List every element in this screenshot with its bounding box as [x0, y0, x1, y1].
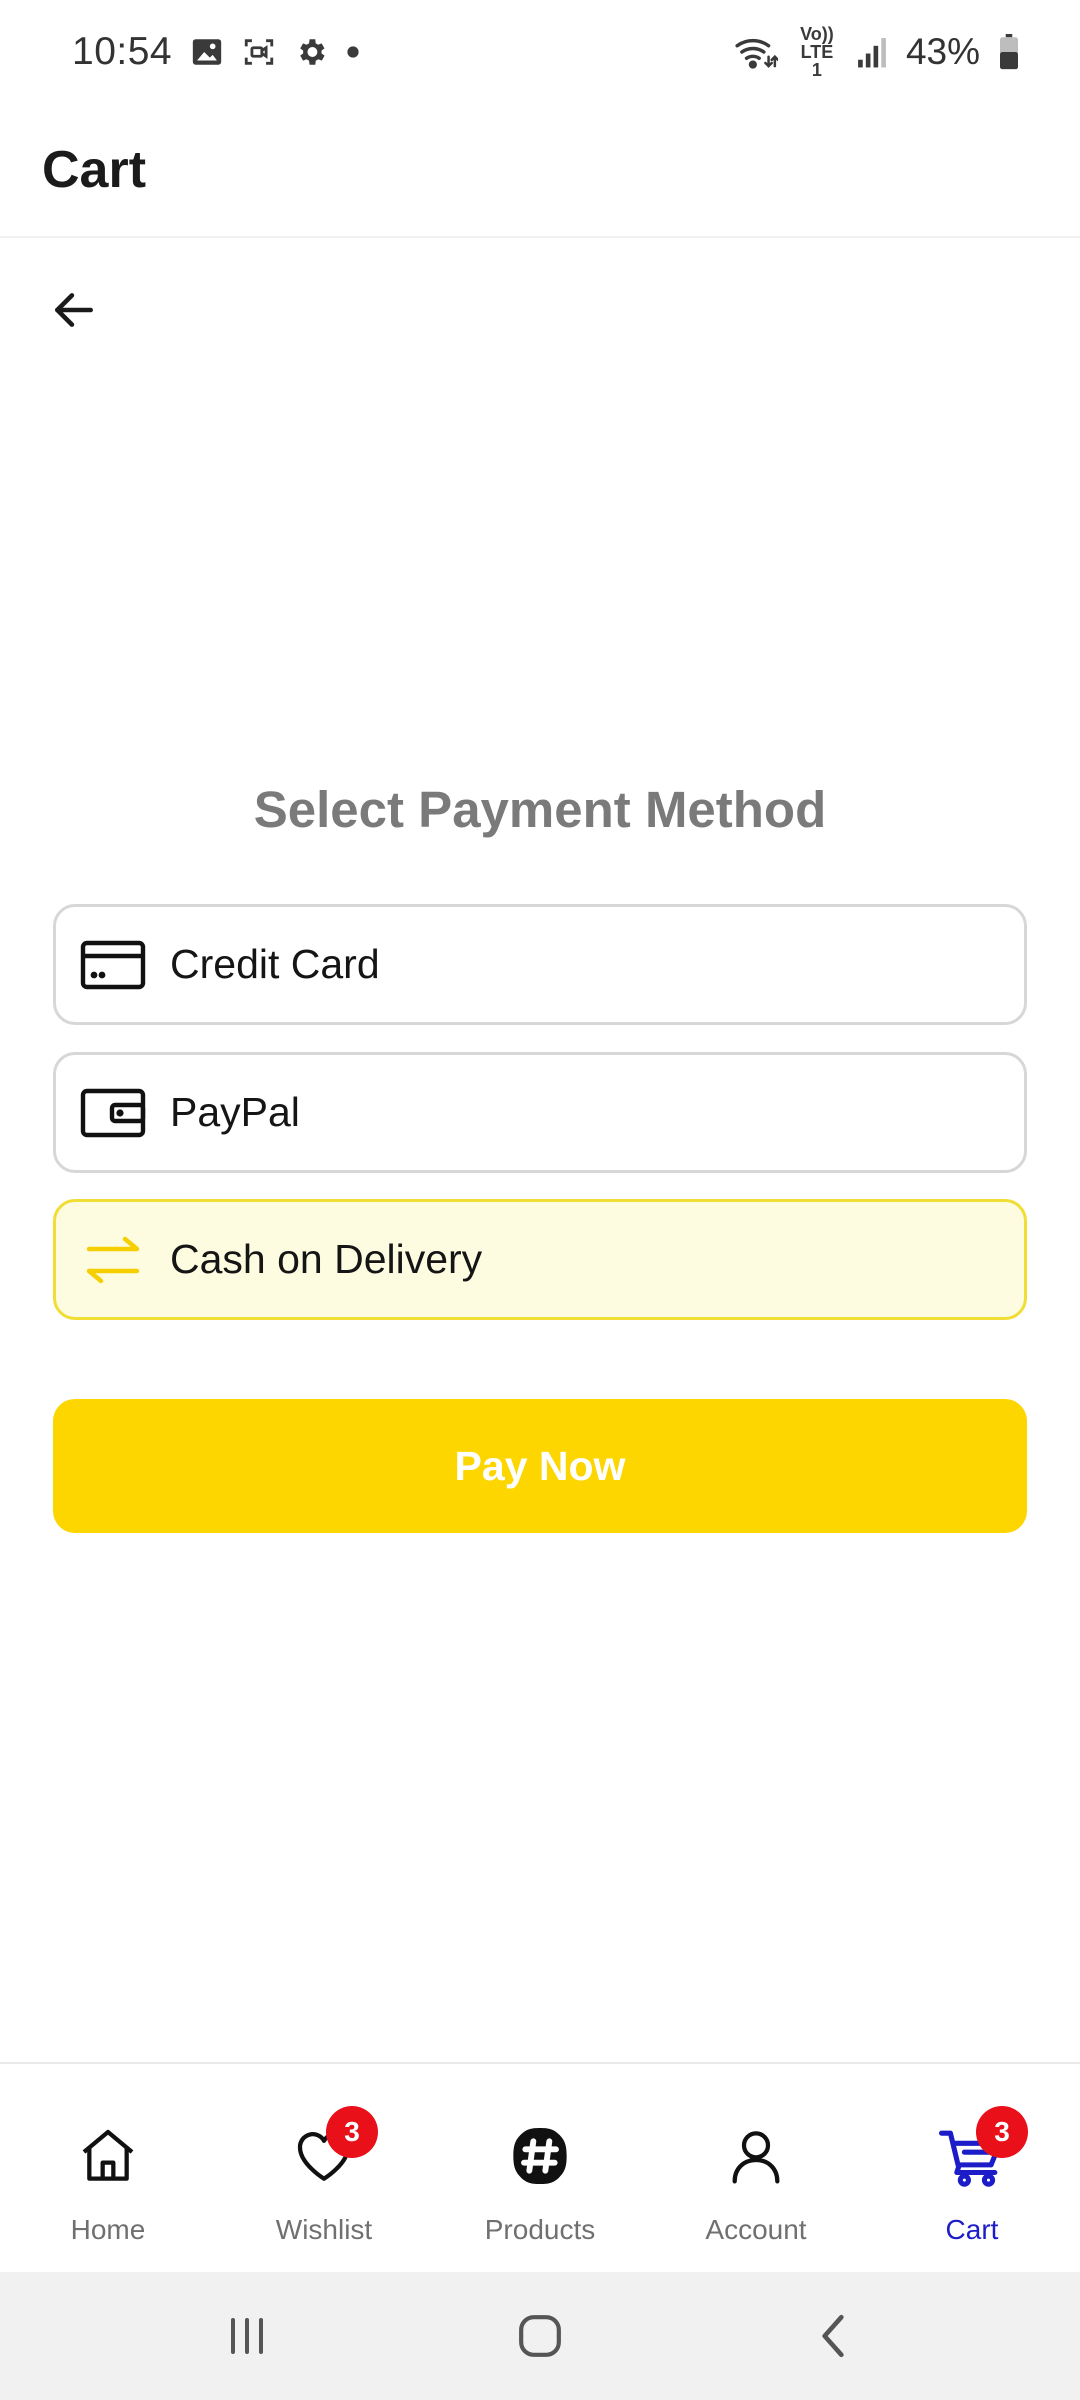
battery-percentage: 43% — [905, 31, 980, 72]
nav-label: Wishlist — [275, 2214, 373, 2245]
page-title: Cart — [42, 141, 147, 199]
cart-count-badge: 3 — [976, 2106, 1028, 2158]
home-system-button[interactable] — [495, 2291, 585, 2381]
battery-icon — [998, 34, 1020, 70]
status-bar: 10:54 Vo)) LTE1 43% — [0, 0, 1080, 104]
nav-item-cart[interactable]: 3 Cart — [864, 2064, 1080, 2272]
credit-card-icon — [80, 939, 146, 991]
app-header: Cart — [0, 104, 1080, 238]
system-nav-bar — [0, 2272, 1080, 2400]
section-title: Select Payment Method — [253, 781, 827, 838]
back-button[interactable] — [42, 278, 106, 342]
nav-label: Account — [705, 2214, 807, 2245]
recents-icon — [230, 2318, 263, 2354]
nav-item-home[interactable]: Home — [0, 2064, 216, 2272]
signal-icon — [856, 35, 888, 69]
payment-option-cash-on-delivery[interactable]: Cash on Delivery — [53, 1199, 1027, 1320]
home-circle-icon — [519, 2315, 561, 2357]
payment-option-label: Cash on Delivery — [170, 1236, 483, 1282]
status-right: Vo)) LTE1 43% — [734, 25, 1020, 79]
home-icon — [76, 2120, 140, 2192]
image-icon — [190, 35, 224, 69]
wallet-icon — [80, 1087, 146, 1139]
payment-option-credit-card[interactable]: Credit Card — [53, 904, 1027, 1025]
nav-item-products[interactable]: Products — [432, 2064, 648, 2272]
screen: 10:54 Vo)) LTE1 43% Cart Select Payment … — [0, 0, 1080, 2400]
nav-label: Products — [484, 2214, 596, 2245]
screen-record-icon — [242, 35, 276, 69]
products-icon — [508, 2120, 572, 2192]
lte-icon: Vo)) LTE1 — [800, 24, 834, 80]
status-left: 10:54 — [72, 30, 360, 74]
nav-item-wishlist[interactable]: 3 Wishlist — [216, 2064, 432, 2272]
payment-option-label: PayPal — [170, 1089, 300, 1135]
settings-gear-icon — [294, 35, 328, 69]
recents-button[interactable] — [202, 2291, 292, 2381]
back-arrow-icon — [55, 293, 93, 327]
payment-option-paypal[interactable]: PayPal — [53, 1052, 1027, 1173]
user-icon — [724, 2120, 788, 2192]
payment-option-label: Credit Card — [170, 941, 380, 987]
bottom-nav: Home 3 Wishlist Products Account 3 Cart — [0, 2062, 1080, 2272]
wifi-icon — [734, 34, 778, 70]
pay-now-button[interactable]: Pay Now — [53, 1399, 1027, 1533]
status-time: 10:54 — [72, 30, 173, 73]
swap-arrows-icon — [80, 1234, 146, 1286]
wishlist-count-badge: 3 — [326, 2106, 378, 2158]
back-chevron-icon — [822, 2314, 844, 2358]
nav-label: Home — [70, 2214, 146, 2245]
dot-icon — [346, 45, 360, 59]
back-system-button[interactable] — [788, 2291, 878, 2381]
nav-item-account[interactable]: Account — [648, 2064, 864, 2272]
nav-label: Cart — [945, 2214, 999, 2245]
